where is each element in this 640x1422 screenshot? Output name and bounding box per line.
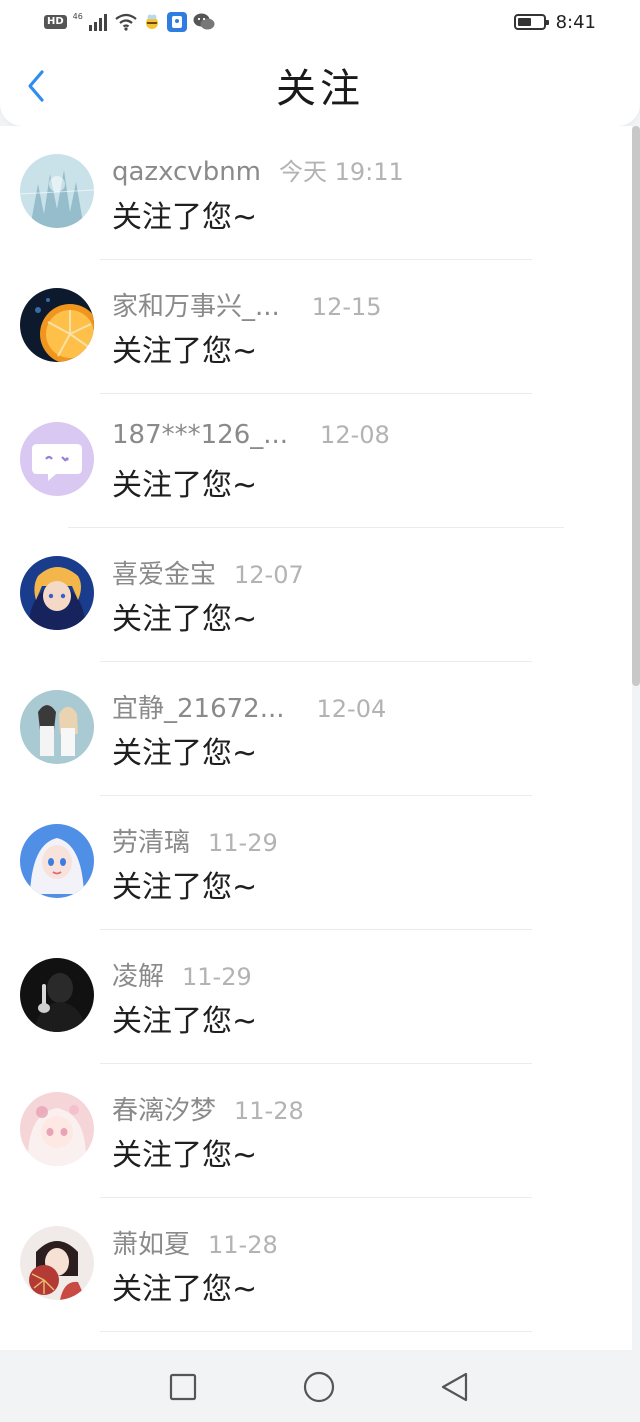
notification-text: 萧如夏 11-28 关注了您~	[112, 1224, 612, 1308]
notification-text: 劳清璃 11-29 关注了您~	[112, 822, 612, 906]
page-title: 关注	[276, 66, 364, 112]
notification-meta: qazxcvbnm 今天 19:11	[112, 152, 612, 188]
notification-item[interactable]: 187***126_... 12-08 关注了您~	[0, 394, 632, 528]
notification-message: 关注了您~	[112, 468, 258, 503]
wifi-icon	[115, 13, 137, 31]
notification-meta: 187***126_... 12-08	[112, 420, 612, 456]
divider	[100, 1331, 532, 1332]
notification-message: 关注了您~	[112, 200, 258, 235]
scrollbar[interactable]	[632, 126, 640, 686]
princess-avatar[interactable]	[20, 824, 94, 898]
notification-text: 春漓汐梦 11-28 关注了您~	[112, 1090, 612, 1174]
notification-text: 187***126_... 12-08 关注了您~	[112, 420, 612, 504]
triangle-back-icon[interactable]	[438, 1370, 472, 1404]
timestamp: 今天 19:11	[279, 158, 404, 186]
user-name[interactable]: qazxcvbnm	[112, 157, 261, 187]
notification-text: 家和万事兴_... 12-15 关注了您~	[112, 286, 612, 370]
notification-meta: 凌解 11-29	[112, 956, 612, 992]
timestamp: 12-04	[316, 695, 387, 723]
hd-badge: HD	[44, 15, 67, 29]
user-name[interactable]: 春漓汐梦	[112, 1090, 216, 1127]
timestamp: 11-29	[208, 829, 278, 857]
notification-item[interactable]: 萧如夏 11-28 关注了您~	[0, 1198, 632, 1332]
network-label: 46	[72, 11, 83, 21]
notification-message: 关注了您~	[112, 334, 258, 369]
notification-message: 关注了您~	[112, 1138, 258, 1173]
timestamp: 12-15	[311, 293, 382, 321]
status-left: HD 46	[44, 12, 215, 32]
notification-item[interactable]: 劳清璃 11-29 关注了您~	[0, 796, 632, 930]
notification-message: 关注了您~	[112, 1272, 258, 1307]
notification-message: 关注了您~	[112, 736, 258, 771]
timestamp: 11-29	[182, 963, 252, 991]
user-name[interactable]: 凌解	[112, 956, 164, 993]
notification-message: 关注了您~	[112, 870, 258, 905]
notification-item[interactable]: 喜爱金宝 12-07 关注了您~	[0, 528, 632, 662]
user-name[interactable]: 宜静_21672...	[112, 688, 285, 725]
timestamp: 11-28	[208, 1231, 278, 1259]
clock: 8:41	[555, 11, 596, 33]
notification-meta: 劳清璃 11-29	[112, 822, 612, 858]
battery-icon	[513, 14, 549, 30]
notification-meta: 春漓汐梦 11-28	[112, 1090, 612, 1126]
battery-level	[517, 18, 531, 26]
back-button[interactable]	[18, 66, 54, 106]
notification-item[interactable]: 家和万事兴_... 12-15 关注了您~	[0, 260, 632, 394]
notification-item[interactable]: 春漓汐梦 11-28 关注了您~	[0, 1064, 632, 1198]
notification-text: 宜静_21672... 12-04 关注了您~	[112, 688, 612, 772]
notification-item[interactable]: qazxcvbnm 今天 19:11 关注了您~	[0, 126, 632, 260]
header: 关注	[0, 44, 640, 126]
notification-text: 凌解 11-29 关注了您~	[112, 956, 612, 1040]
two-girls-avatar[interactable]	[20, 690, 94, 764]
screen: HD 46 8:41 关注 qazxcvbnm 今天 19:11 关注了您~ 家…	[0, 0, 640, 1422]
notification-message: 关注了您~	[112, 602, 258, 637]
dark-figure-avatar[interactable]	[20, 958, 94, 1032]
user-name[interactable]: 家和万事兴_...	[112, 286, 280, 323]
notification-text: qazxcvbnm 今天 19:11 关注了您~	[112, 152, 612, 236]
notification-message: 关注了您~	[112, 1004, 258, 1039]
signal-icon	[88, 14, 107, 31]
notification-meta: 家和万事兴_... 12-15	[112, 286, 612, 322]
status-bar: HD 46 8:41	[0, 0, 640, 44]
user-name[interactable]: 187***126_...	[112, 420, 288, 450]
notification-meta: 宜静_21672... 12-04	[112, 688, 612, 724]
follow-notification-list[interactable]: qazxcvbnm 今天 19:11 关注了您~ 家和万事兴_... 12-15 关注了…	[0, 126, 632, 1350]
fan-girl-avatar[interactable]	[20, 1226, 94, 1300]
timestamp: 12-07	[234, 561, 304, 589]
user-name[interactable]: 萧如夏	[112, 1224, 190, 1261]
bee-app-icon	[145, 14, 158, 29]
notification-item[interactable]: 凌解 11-29 关注了您~	[0, 930, 632, 1064]
user-name[interactable]: 劳清璃	[112, 822, 190, 859]
timestamp: 11-28	[234, 1097, 304, 1125]
navigation-bar	[0, 1350, 640, 1422]
timestamp: 12-08	[320, 421, 390, 449]
notification-meta: 萧如夏 11-28	[112, 1224, 612, 1260]
anime-boy-avatar[interactable]	[20, 556, 94, 630]
pink-girl-avatar[interactable]	[20, 1092, 94, 1166]
wechat-icon	[193, 13, 215, 30]
status-right: 8:41	[513, 11, 596, 33]
circle-icon[interactable]	[302, 1370, 336, 1404]
orange-slice-avatar[interactable]	[20, 288, 94, 362]
chevron-left-icon	[28, 70, 44, 102]
notification-item[interactable]: 宜静_21672... 12-04 关注了您~	[0, 662, 632, 796]
notification-meta: 喜爱金宝 12-07	[112, 554, 612, 590]
notification-text: 喜爱金宝 12-07 关注了您~	[112, 554, 612, 638]
chat-bubble-avatar[interactable]	[20, 422, 94, 496]
security-app-icon	[166, 12, 187, 32]
user-name[interactable]: 喜爱金宝	[112, 554, 216, 591]
ice-crystal-avatar[interactable]	[20, 154, 94, 228]
square-icon[interactable]	[166, 1370, 200, 1404]
